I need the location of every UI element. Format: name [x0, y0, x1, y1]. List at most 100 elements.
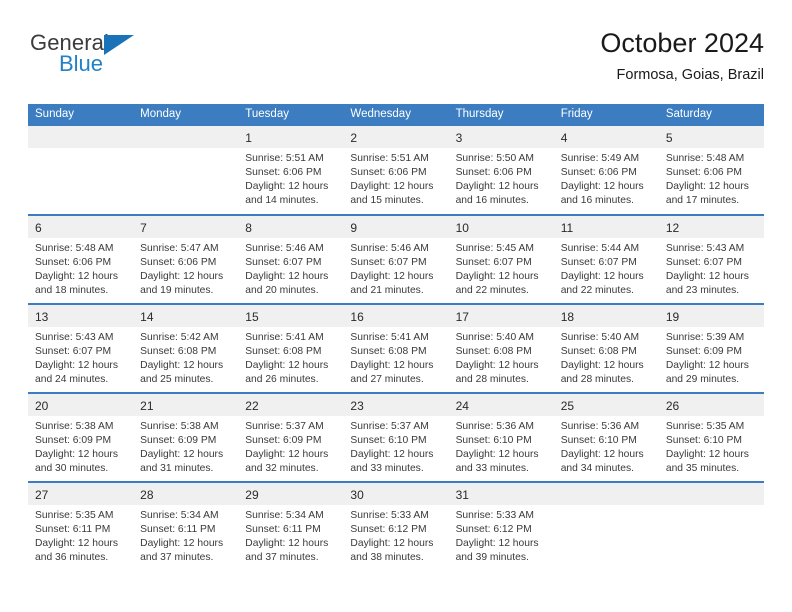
daylight-text-line1: Daylight: 12 hours — [350, 270, 434, 282]
daylight-text-line1: Daylight: 12 hours — [455, 359, 539, 371]
sunrise-text: Sunrise: 5:38 AM — [140, 420, 219, 432]
daylight-text-line1: Daylight: 12 hours — [140, 270, 224, 282]
sunset-text: Sunset: 6:06 PM — [350, 166, 427, 178]
daylight-text-line2: and 33 minutes. — [455, 463, 529, 475]
daylight-text-line2: and 14 minutes. — [245, 195, 319, 207]
sunrise-text: Sunrise: 5:43 AM — [665, 242, 745, 254]
day-number: 31 — [448, 482, 554, 505]
weekday-header-tuesday: Tuesday — [238, 104, 344, 126]
daylight-text-line2: and 39 minutes. — [455, 552, 529, 564]
calendar-day-cell[interactable]: 9 Sunrise: 5:46 AM Sunset: 6:07 PM Daylight… — [343, 213, 449, 304]
day-number: 6 — [28, 215, 134, 238]
sunrise-text: Sunrise: 5:48 AM — [665, 152, 745, 164]
daylight-text-line1: Daylight: 12 hours — [35, 270, 118, 282]
day-cell-inner: 23 Sunrise: 5:37 AM Sunset: 6:10 PM Dayligh… — [343, 393, 449, 481]
day-number: 4 — [553, 125, 659, 148]
sunrise-text: Sunrise: 5:46 AM — [245, 242, 324, 254]
day-cell-inner: 10 Sunrise: 5:45 AM Sunset: 6:07 PM Dayligh… — [448, 215, 554, 303]
day-number: 5 — [658, 125, 764, 148]
sunrise-sunset-calendar-table: Sunday Monday Tuesday Wednesday Thursday Frid… — [28, 104, 764, 571]
sunrise-text: Sunrise: 5:36 AM — [560, 420, 640, 432]
calendar-day-cell[interactable]: 23 Sunrise: 5:37 AM Sunset: 6:10 PM Dayligh… — [343, 391, 449, 482]
day-details: Sunrise: 5:51 AM Sunset: 6:06 PM Daylight:… — [238, 148, 343, 209]
day-details: Sunrise: 5:39 AM Sunset: 6:09 PM Daylight:… — [659, 327, 764, 388]
calendar-day-cell[interactable]: 20 Sunrise: 5:38 AM Sunset: 6:09 PM Dayligh… — [28, 391, 134, 482]
daylight-text-line1: Daylight: 12 hours — [455, 537, 539, 549]
calendar-week-row: 20 Sunrise: 5:38 AM Sunset: 6:09 PM Dayligh… — [28, 391, 764, 482]
sunrise-text: Sunrise: 5:48 AM — [35, 242, 114, 254]
calendar-day-cell[interactable]: 6 Sunrise: 5:48 AM Sunset: 6:06 PM Daylight… — [28, 213, 134, 304]
calendar-day-cell[interactable]: 13 Sunrise: 5:43 AM Sunset: 6:07 PM Dayligh… — [28, 302, 134, 393]
day-number: 20 — [28, 393, 134, 416]
daylight-text-line2: and 18 minutes. — [35, 285, 109, 297]
calendar-day-cell[interactable]: 22 Sunrise: 5:37 AM Sunset: 6:09 PM Dayligh… — [238, 391, 344, 482]
day-number: 30 — [343, 482, 449, 505]
calendar-day-cell[interactable]: 21 Sunrise: 5:38 AM Sunset: 6:09 PM Dayligh… — [133, 391, 239, 482]
sunset-text: Sunset: 6:07 PM — [350, 256, 427, 268]
sunrise-text: Sunrise: 5:43 AM — [35, 331, 114, 343]
calendar-day-cell[interactable]: 27 Sunrise: 5:35 AM Sunset: 6:11 PM Dayligh… — [28, 480, 134, 571]
calendar-day-cell[interactable]: 5 Sunrise: 5:48 AM Sunset: 6:06 PM Daylight… — [658, 125, 764, 215]
daylight-text-line1: Daylight: 12 hours — [665, 180, 749, 192]
day-number: 11 — [553, 215, 659, 238]
sunset-text: Sunset: 6:10 PM — [455, 434, 532, 446]
calendar-day-cell[interactable]: 3 Sunrise: 5:50 AM Sunset: 6:06 PM Daylight… — [448, 125, 554, 215]
calendar-day-cell[interactable]: 18 Sunrise: 5:40 AM Sunset: 6:08 PM Dayligh… — [553, 302, 659, 393]
sunset-text: Sunset: 6:07 PM — [560, 256, 637, 268]
day-details: Sunrise: 5:38 AM Sunset: 6:09 PM Daylight:… — [133, 416, 238, 477]
calendar-day-cell[interactable]: 16 Sunrise: 5:41 AM Sunset: 6:08 PM Dayligh… — [343, 302, 449, 393]
daylight-text-line1: Daylight: 12 hours — [350, 448, 434, 460]
calendar-day-cell[interactable]: 2 Sunrise: 5:51 AM Sunset: 6:06 PM Daylight… — [343, 125, 449, 215]
daylight-text-line1: Daylight: 12 hours — [140, 448, 224, 460]
daylight-text-line2: and 38 minutes. — [350, 552, 424, 564]
calendar-day-cell[interactable]: 17 Sunrise: 5:40 AM Sunset: 6:08 PM Dayligh… — [448, 302, 554, 393]
calendar-day-cell[interactable]: 15 Sunrise: 5:41 AM Sunset: 6:08 PM Dayligh… — [238, 302, 344, 393]
daylight-text-line2: and 31 minutes. — [140, 463, 214, 475]
daylight-text-line1: Daylight: 12 hours — [245, 270, 329, 282]
day-number — [553, 482, 659, 505]
weekday-header-wednesday: Wednesday — [343, 104, 449, 126]
calendar-body: 1 Sunrise: 5:51 AM Sunset: 6:06 PM Daylight… — [28, 125, 764, 571]
day-details: Sunrise: 5:48 AM Sunset: 6:06 PM Daylight:… — [659, 148, 764, 209]
calendar-day-cell[interactable]: 28 Sunrise: 5:34 AM Sunset: 6:11 PM Dayligh… — [133, 480, 239, 571]
calendar-week-row: 6 Sunrise: 5:48 AM Sunset: 6:06 PM Daylight… — [28, 213, 764, 304]
day-cell-inner: 7 Sunrise: 5:47 AM Sunset: 6:06 PM Daylight… — [133, 215, 239, 303]
day-details: Sunrise: 5:46 AM Sunset: 6:07 PM Daylight:… — [343, 238, 448, 299]
calendar-day-cell[interactable]: 10 Sunrise: 5:45 AM Sunset: 6:07 PM Dayligh… — [448, 213, 554, 304]
daylight-text-line2: and 20 minutes. — [245, 285, 319, 297]
daylight-text-line2: and 27 minutes. — [350, 374, 424, 386]
sunset-text: Sunset: 6:07 PM — [35, 345, 112, 357]
day-details: Sunrise: 5:40 AM Sunset: 6:08 PM Daylight:… — [449, 327, 554, 388]
calendar-day-cell[interactable]: 11 Sunrise: 5:44 AM Sunset: 6:07 PM Dayligh… — [553, 213, 659, 304]
generalblue-logo[interactable]: General Blue — [28, 28, 248, 90]
calendar-day-cell[interactable]: 26 Sunrise: 5:35 AM Sunset: 6:10 PM Dayligh… — [658, 391, 764, 482]
calendar-day-cell[interactable]: 30 Sunrise: 5:33 AM Sunset: 6:12 PM Dayligh… — [343, 480, 449, 571]
daylight-text-line2: and 19 minutes. — [140, 285, 214, 297]
calendar-day-cell[interactable]: 25 Sunrise: 5:36 AM Sunset: 6:10 PM Dayligh… — [553, 391, 659, 482]
calendar-day-cell[interactable]: 4 Sunrise: 5:49 AM Sunset: 6:06 PM Daylight… — [553, 125, 659, 215]
calendar-day-cell[interactable]: 7 Sunrise: 5:47 AM Sunset: 6:06 PM Daylight… — [133, 213, 239, 304]
calendar-day-cell[interactable]: 12 Sunrise: 5:43 AM Sunset: 6:07 PM Dayligh… — [658, 213, 764, 304]
calendar-day-cell-empty — [553, 480, 659, 571]
calendar-day-cell[interactable]: 19 Sunrise: 5:39 AM Sunset: 6:09 PM Dayligh… — [658, 302, 764, 393]
calendar-day-cell[interactable]: 8 Sunrise: 5:46 AM Sunset: 6:07 PM Daylight… — [238, 213, 344, 304]
calendar-day-cell[interactable]: 24 Sunrise: 5:36 AM Sunset: 6:10 PM Dayligh… — [448, 391, 554, 482]
sunset-text: Sunset: 6:06 PM — [455, 166, 532, 178]
day-details: Sunrise: 5:33 AM Sunset: 6:12 PM Daylight:… — [449, 505, 554, 566]
daylight-text-line2: and 35 minutes. — [665, 463, 740, 475]
calendar-day-cell[interactable]: 14 Sunrise: 5:42 AM Sunset: 6:08 PM Dayligh… — [133, 302, 239, 393]
day-details: Sunrise: 5:43 AM Sunset: 6:07 PM Daylight:… — [659, 238, 764, 299]
day-number: 15 — [238, 304, 344, 327]
day-number: 2 — [343, 125, 449, 148]
day-details: Sunrise: 5:42 AM Sunset: 6:08 PM Daylight:… — [133, 327, 238, 388]
day-number: 24 — [448, 393, 554, 416]
daylight-text-line2: and 28 minutes. — [560, 374, 634, 386]
logo-text-blue: Blue — [59, 51, 104, 76]
calendar-day-cell[interactable]: 1 Sunrise: 5:51 AM Sunset: 6:06 PM Daylight… — [238, 125, 344, 215]
day-details: Sunrise: 5:36 AM Sunset: 6:10 PM Daylight:… — [554, 416, 659, 477]
daylight-text-line2: and 15 minutes. — [350, 195, 424, 207]
calendar-day-cell[interactable]: 29 Sunrise: 5:34 AM Sunset: 6:11 PM Dayligh… — [238, 480, 344, 571]
day-details: Sunrise: 5:51 AM Sunset: 6:06 PM Daylight:… — [343, 148, 448, 209]
sunset-text: Sunset: 6:06 PM — [665, 166, 742, 178]
calendar-day-cell[interactable]: 31 Sunrise: 5:33 AM Sunset: 6:12 PM Dayligh… — [448, 480, 554, 571]
